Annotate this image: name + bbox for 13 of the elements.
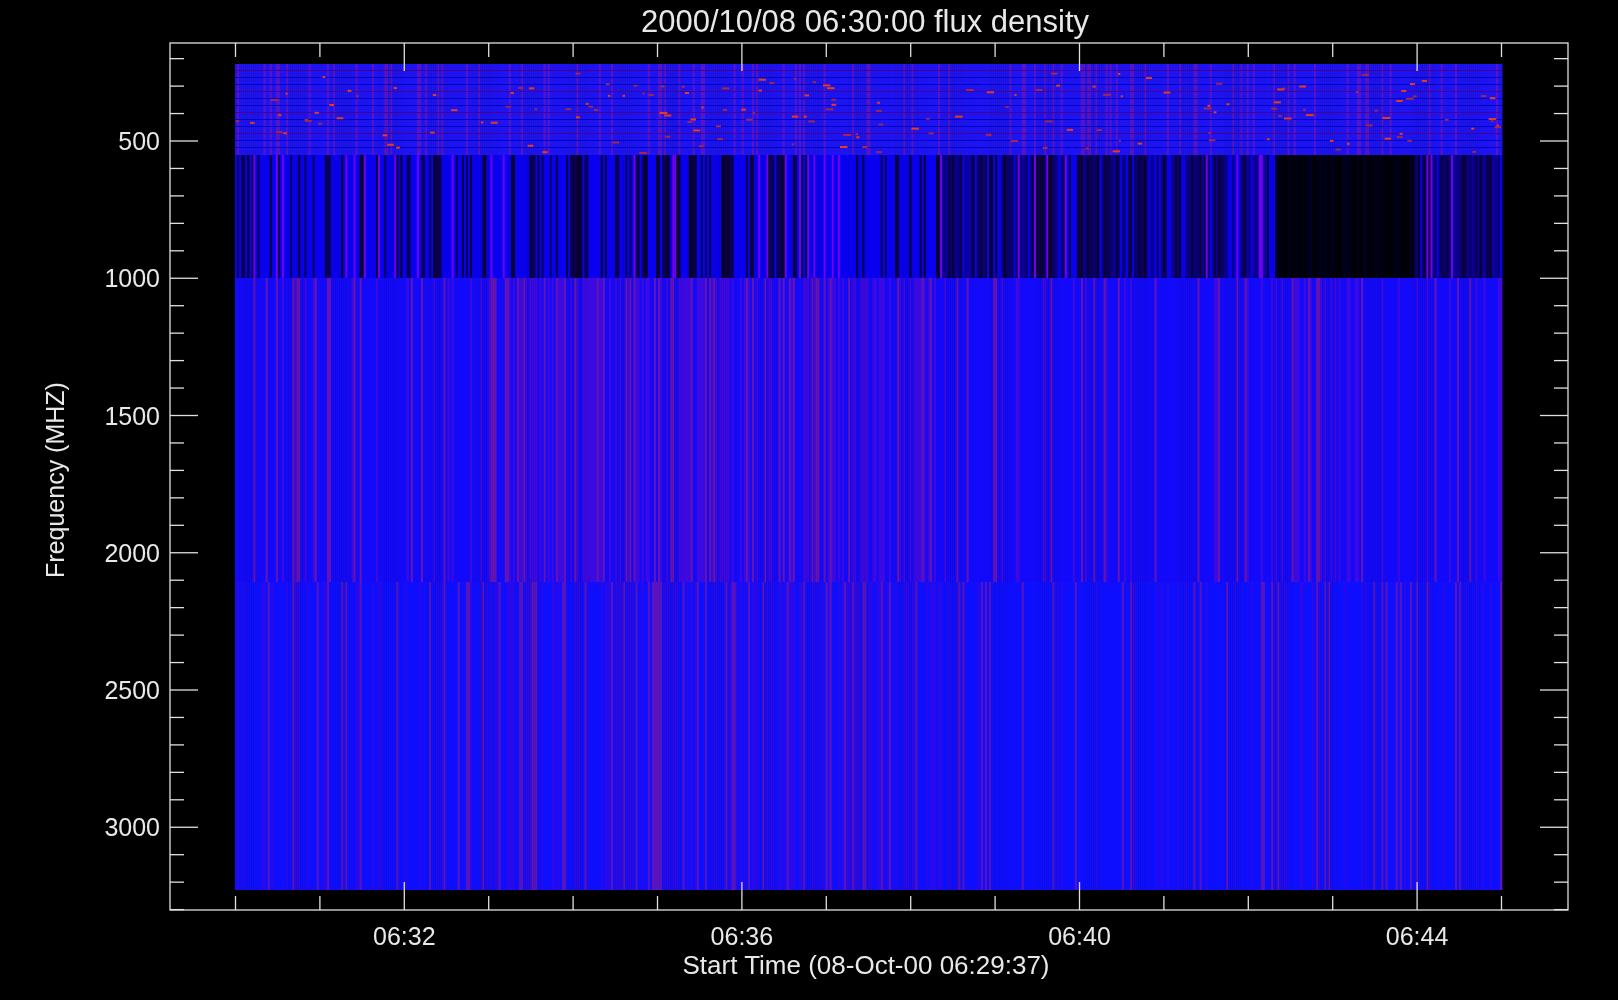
- x-axis-label: Start Time (08-Oct-00 06:29:37): [682, 950, 1050, 980]
- axis-tick-label: 500: [118, 127, 160, 155]
- axis-tick-label: 3000: [104, 813, 160, 842]
- axis-tick-label: 06:40: [1048, 922, 1111, 950]
- axis-tick-label: 06:44: [1385, 922, 1449, 950]
- axis-tick-label: 2000: [104, 538, 160, 567]
- y-axis-label: Frequency (MHZ): [41, 382, 69, 578]
- axis-tick-label: 2500: [104, 676, 160, 704]
- chart-title: 2000/10/08 06:30:00 flux density: [640, 4, 1090, 39]
- axis-tick-label: 06:32: [373, 922, 436, 950]
- axis-tick-label: 1000: [104, 264, 160, 293]
- axis-tick-label: 1500: [104, 401, 160, 430]
- axis-tick-label: 06:36: [710, 922, 774, 950]
